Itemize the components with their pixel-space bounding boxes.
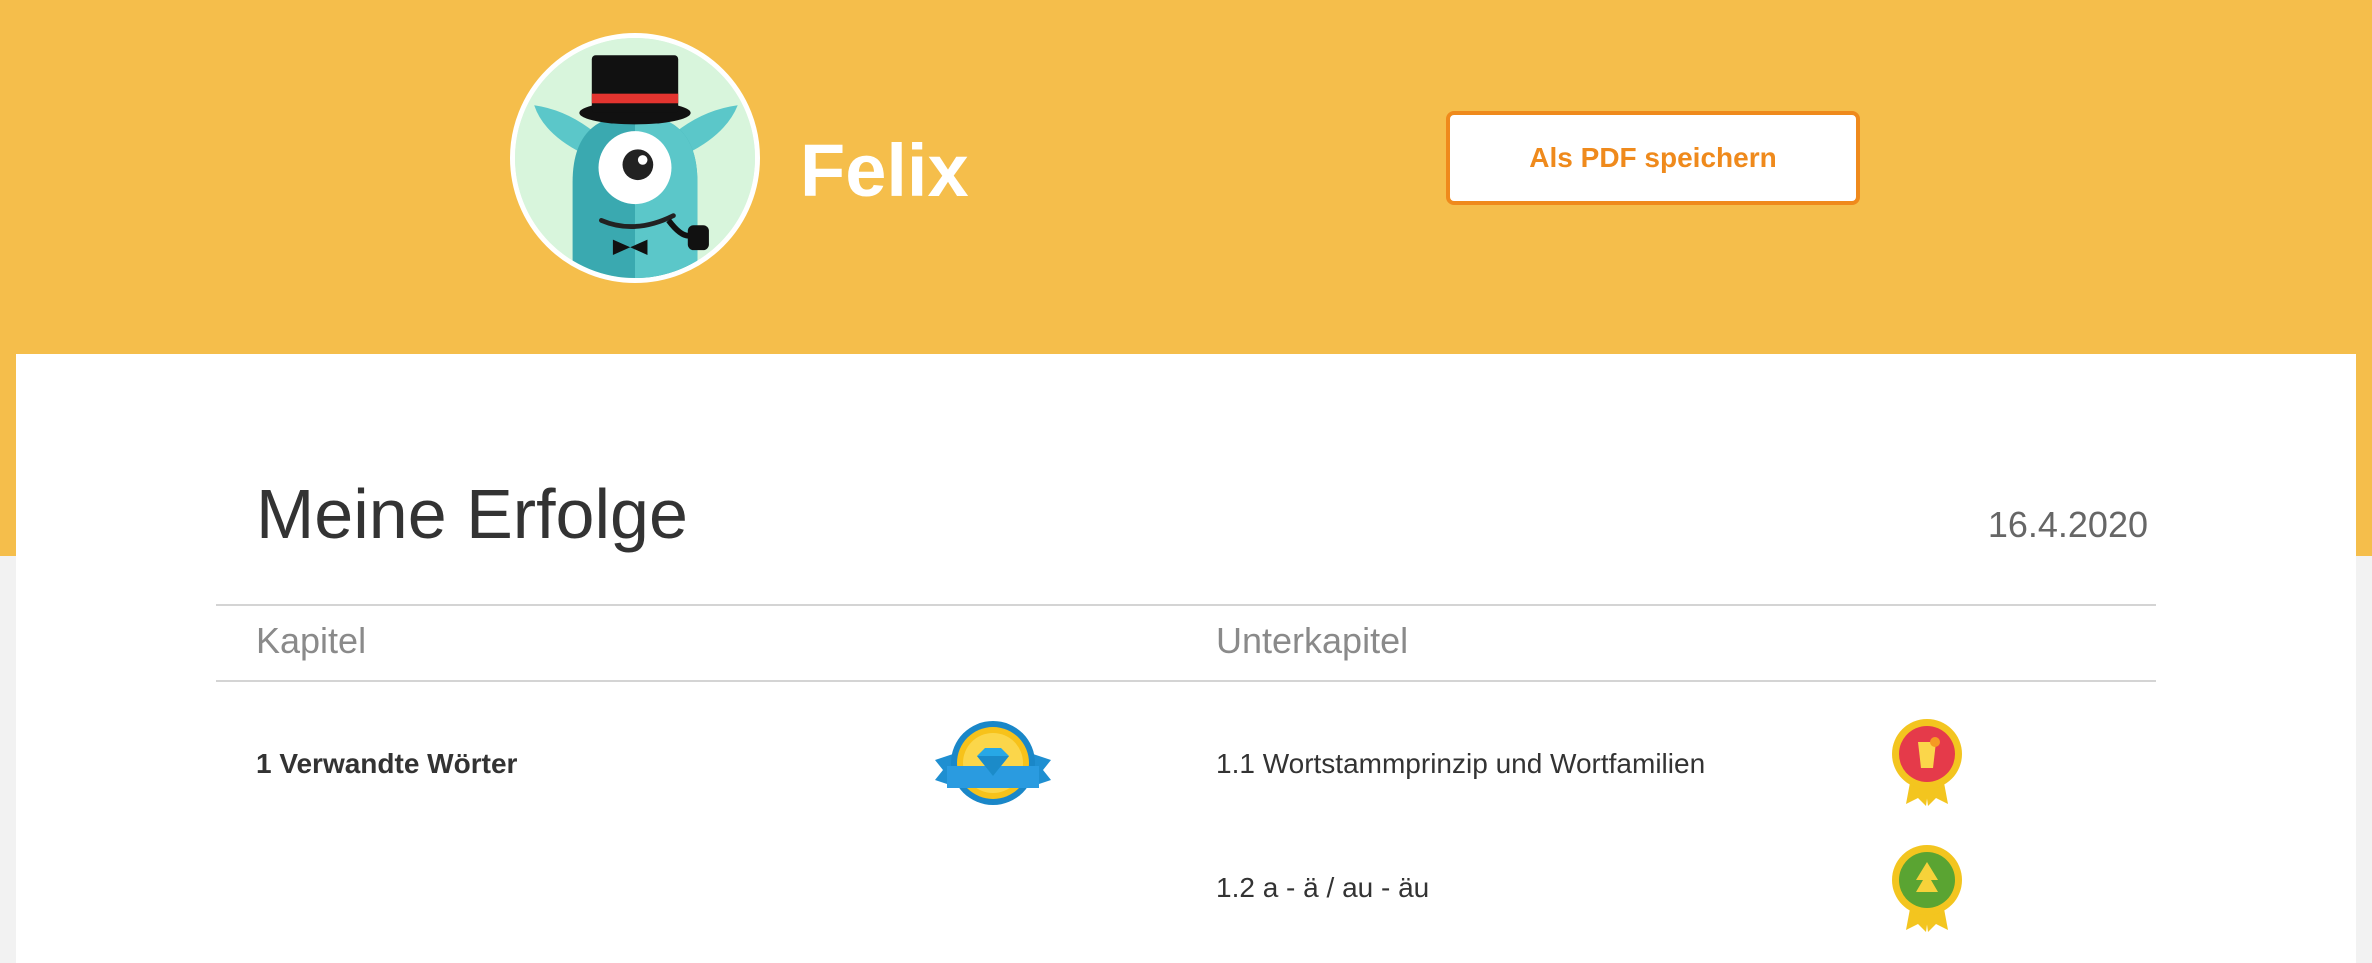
diamond-badge-icon xyxy=(935,721,1051,805)
save-pdf-button[interactable]: Als PDF speichern xyxy=(1446,111,1860,205)
tree-medal-icon xyxy=(1892,845,1962,932)
username: Felix xyxy=(800,129,969,212)
drink-medal-icon xyxy=(1892,719,1962,806)
monster-top-hat-avatar-icon xyxy=(510,33,760,283)
column-header-chapter: Kapitel xyxy=(256,620,367,661)
page-title: Meine Erfolge xyxy=(256,475,688,553)
subchapter-label-1: 1.1 Wortstammprinzip und Wortfamilien xyxy=(1216,748,1706,779)
date-label: 16.4.2020 xyxy=(1987,504,2148,545)
subchapter-label-2: 1.2 a - ä / au - äu xyxy=(1216,872,1430,903)
column-header-subchapter: Unterkapitel xyxy=(1216,620,1409,661)
table-header-top-divider xyxy=(216,604,2156,606)
chapter-label: 1 Verwandte Wörter xyxy=(256,748,518,779)
achievements-card: Meine Erfolge 16.4.2020 Kapitel Unterkap… xyxy=(16,354,2356,963)
table-header-bottom-divider xyxy=(216,680,2156,682)
